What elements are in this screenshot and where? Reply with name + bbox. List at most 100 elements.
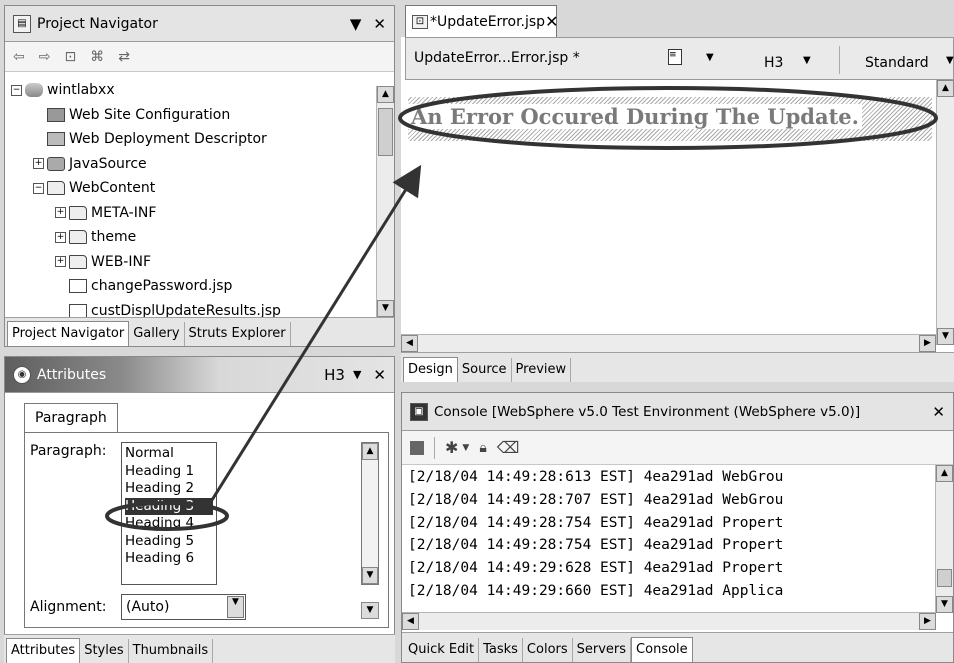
scroll-up-button[interactable]: ▲	[937, 80, 954, 97]
scroll-down-button[interactable]: ▼	[936, 596, 953, 613]
collapse-all-icon[interactable]: ⌘	[90, 49, 104, 65]
folder-icon	[69, 254, 87, 269]
console-view-icon: ▣	[410, 402, 428, 421]
close-icon[interactable]: ✕	[545, 12, 558, 31]
paragraph-option[interactable]: Heading 2	[125, 480, 213, 498]
tab-quick-edit[interactable]: Quick Edit	[404, 638, 480, 662]
console-line: [2/18/04 14:49:28:707 EST] 4ea291ad WebG…	[408, 491, 784, 508]
tag-select[interactable]: H3	[764, 55, 783, 71]
scroll-down-button[interactable]: ▼	[362, 567, 378, 584]
collapse-icon[interactable]: −	[33, 182, 44, 194]
lock-icon[interactable]: 🔒︎	[479, 440, 486, 456]
paragraph-listbox[interactable]: Normal Heading 1 Heading 2 Heading 3 Heading…	[121, 442, 217, 585]
tab-console[interactable]: Console	[631, 637, 693, 662]
tab-design[interactable]: Design	[403, 357, 458, 382]
tree-item[interactable]: Web Deployment Descriptor	[5, 127, 376, 152]
format-dropdown-icon[interactable]: ▼	[706, 52, 714, 63]
scroll-thumb[interactable]	[937, 569, 952, 587]
tab-styles[interactable]: Styles	[80, 639, 129, 663]
heading-preview[interactable]: An Error Occured During The Update.	[408, 97, 932, 141]
console-horizontal-scrollbar[interactable]: ◀ ▶	[402, 612, 936, 630]
chevron-down-icon[interactable]: ▼	[227, 596, 244, 618]
tree-item[interactable]: + META-INF	[5, 201, 376, 226]
forward-icon[interactable]: ⇨	[39, 49, 51, 65]
tree-item[interactable]: + theme	[5, 225, 376, 250]
scroll-up-button[interactable]: ▲	[377, 86, 394, 103]
tab-servers[interactable]: Servers	[573, 638, 632, 662]
scroll-left-button[interactable]: ◀	[402, 613, 419, 630]
scroll-right-button[interactable]: ▶	[919, 335, 936, 352]
tree-item[interactable]: + JavaSource	[5, 152, 376, 177]
tree-item[interactable]: + WEB-INF	[5, 250, 376, 275]
tab-tasks[interactable]: Tasks	[479, 638, 523, 662]
tab-colors[interactable]: Colors	[523, 638, 573, 662]
close-icon[interactable]: ✕	[373, 366, 386, 384]
scroll-up-button[interactable]: ▲	[362, 443, 378, 460]
expand-icon[interactable]: +	[55, 231, 66, 243]
editor-vertical-scrollbar[interactable]: ▲ ▼	[936, 80, 954, 345]
expand-icon[interactable]: +	[33, 158, 44, 170]
editor-tab-title: *UpdateError.jsp	[430, 13, 546, 30]
alignment-value: (Auto)	[126, 599, 170, 615]
clear-console-icon[interactable]: ⌫	[497, 438, 520, 457]
editor-pane	[401, 37, 954, 382]
tab-preview[interactable]: Preview	[512, 358, 572, 382]
close-icon[interactable]: ✕	[373, 15, 386, 33]
alignment-select[interactable]: (Auto) ▼	[121, 594, 246, 620]
terminate-icon[interactable]	[410, 440, 424, 455]
editor-view-tabs: Design Source Preview	[401, 352, 954, 382]
paragraph-option[interactable]: Heading 6	[125, 550, 213, 568]
paragraph-tab[interactable]: Paragraph	[24, 403, 118, 433]
scroll-up-button[interactable]: ▲	[936, 465, 953, 482]
editor-horizontal-scrollbar[interactable]: ◀ ▶	[401, 334, 936, 352]
tree-item[interactable]: Web Site Configuration	[5, 103, 376, 128]
run-icon[interactable]: ✱	[445, 438, 458, 457]
link-with-editor-icon[interactable]: ⇄	[118, 49, 130, 65]
paragraph-option[interactable]: Heading 5	[125, 533, 213, 551]
back-icon[interactable]: ⇦	[13, 49, 25, 65]
expand-icon[interactable]: +	[55, 256, 66, 268]
tab-attributes[interactable]: Attributes	[6, 638, 81, 663]
tab-struts-explorer[interactable]: Struts Explorer	[185, 322, 291, 346]
style-select[interactable]: Standard	[865, 55, 929, 71]
scroll-down-button[interactable]: ▼	[937, 328, 954, 345]
tab-project-navigator[interactable]: Project Navigator	[7, 321, 130, 346]
scroll-right-button[interactable]: ▶	[919, 613, 936, 630]
tree-item[interactable]: − wintlabxx	[5, 78, 376, 103]
navigator-tab-strip: Project Navigator Gallery Struts Explore…	[5, 317, 394, 346]
form-scroll-down-button[interactable]: ▼	[361, 602, 379, 619]
tag-selector-dropdown-icon[interactable]: ▼	[353, 368, 361, 381]
attributes-titlebar: ◉ Attributes H3 ▼ ✕	[5, 357, 394, 393]
editor-toolbar: UpdateError...Error.jsp * ≡ ▼ H3 ▼ Stand…	[405, 37, 954, 80]
tag-selector[interactable]: H3	[324, 366, 345, 384]
paragraph-option[interactable]: Normal	[125, 445, 213, 463]
tab-gallery[interactable]: Gallery	[129, 322, 185, 346]
collapse-icon[interactable]: −	[11, 84, 22, 96]
editor-tab[interactable]: ⊡ *UpdateError.jsp ✕	[405, 5, 558, 37]
tree-item[interactable]: − WebContent	[5, 176, 376, 201]
run-dropdown-icon[interactable]: ▼	[462, 443, 469, 453]
close-icon[interactable]: ✕	[932, 403, 945, 421]
alignment-label: Alignment:	[30, 599, 107, 615]
tab-thumbnails[interactable]: Thumbnails	[129, 639, 214, 663]
navigator-vertical-scrollbar[interactable]: ▲ ▼	[376, 86, 394, 317]
tree-item-label: theme	[91, 229, 137, 246]
paragraph-option[interactable]: Heading 4	[125, 515, 213, 533]
console-vertical-scrollbar[interactable]: ▲ ▼	[935, 465, 953, 613]
up-folder-icon[interactable]: ⊡	[64, 49, 76, 65]
scroll-down-button[interactable]: ▼	[377, 300, 394, 317]
scroll-left-button[interactable]: ◀	[401, 335, 418, 352]
paragraph-option[interactable]: Heading 1	[125, 463, 213, 481]
tab-source[interactable]: Source	[458, 358, 512, 382]
tag-select-dropdown-icon[interactable]: ▼	[803, 55, 811, 66]
scroll-thumb[interactable]	[378, 108, 393, 156]
console-output[interactable]: [2/18/04 14:49:28:613 EST] 4ea291ad WebG…	[408, 466, 930, 603]
paragraph-format-icon[interactable]: ≡	[668, 49, 682, 65]
paragraph-list-scrollbar[interactable]: ▲ ▼	[361, 442, 379, 585]
style-select-dropdown-icon[interactable]: ▼	[946, 55, 954, 66]
tree-item[interactable]: changePassword.jsp	[5, 274, 376, 299]
expand-icon[interactable]: +	[55, 207, 66, 219]
view-menu-dropdown-icon[interactable]: ▼	[350, 15, 362, 33]
tree-item-label: changePassword.jsp	[91, 278, 233, 295]
paragraph-option[interactable]: Heading 3	[125, 497, 213, 515]
